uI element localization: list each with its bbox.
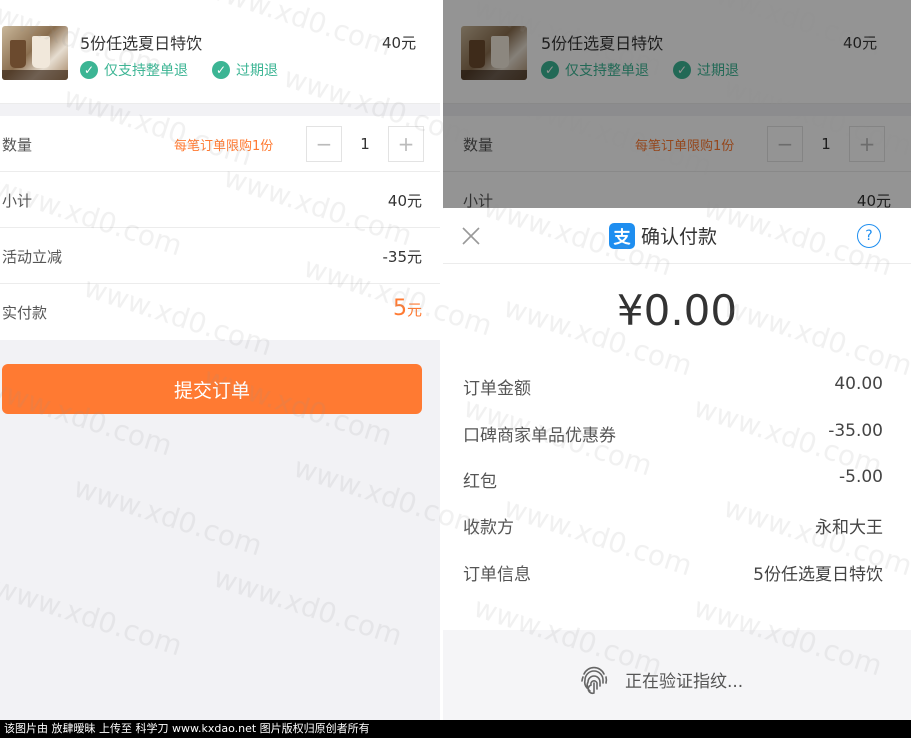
product-price: 40元	[382, 34, 417, 52]
attribution-footer: 该图片由 放肆暧昧 上传至 科学刀 www.kxdao.net 图片版权归原创者…	[0, 720, 911, 738]
payment-panel: 5份任选夏日特饮 40元 ✓ 仅支持整单退 ✓ 过期退 数量 每笔订单限购1份 …	[443, 0, 911, 720]
quantity-stepper: − 1 +	[306, 126, 424, 162]
refund-tag-expired: ✓ 过期退	[212, 60, 278, 80]
check-icon: ✓	[80, 61, 98, 79]
quantity-label: 数量	[2, 136, 33, 154]
fingerprint-icon	[581, 666, 608, 695]
refund-tag-whole-order: ✓ 仅支持整单退	[80, 60, 188, 80]
purchase-limit-note: 每笔订单限购1份	[174, 139, 274, 154]
help-icon[interactable]: ?	[857, 224, 881, 248]
check-icon: ✓	[212, 61, 230, 79]
sheet-header: 支 确认付款 ?	[443, 208, 911, 264]
order-panel: 5份任选夏日特饮 40元 ✓ 仅支持整单退 ✓ 过期退 数量 每笔订单限购1份 …	[0, 0, 440, 720]
increase-button[interactable]: +	[388, 126, 424, 162]
quantity-row: 数量 每笔订单限购1份 − 1 +	[0, 116, 440, 172]
payment-amount: ¥0.00	[616, 286, 738, 335]
close-icon[interactable]	[459, 224, 483, 248]
subtotal-value: 40元	[387, 192, 422, 210]
subtotal-label: 小计	[2, 192, 33, 210]
decrease-button[interactable]: −	[306, 126, 342, 162]
fingerprint-status: 正在验证指纹...	[577, 662, 743, 696]
discount-label: 活动立减	[2, 248, 63, 266]
payable-row: 实付款 5元	[0, 284, 440, 340]
product-thumbnail	[2, 26, 68, 80]
discount-row: 活动立减 -35元	[0, 228, 440, 284]
modal-overlay[interactable]	[443, 0, 911, 208]
quantity-value: 1	[360, 135, 370, 153]
alipay-icon: 支	[609, 222, 635, 249]
fingerprint-area: 正在验证指纹...	[443, 630, 911, 720]
discount-value: -35元	[382, 248, 423, 266]
submit-order-button[interactable]: 提交订单	[2, 364, 422, 414]
detail-row-payee: 收款方 永和大王	[463, 518, 883, 538]
detail-row-red-packet: 红包 -5.00	[463, 467, 883, 492]
payable-amount: 5元	[392, 296, 422, 321]
detail-row-order-amount: 订单金额 40.00	[463, 374, 883, 399]
product-title: 5份任选夏日特饮	[80, 34, 203, 53]
detail-row-coupon: 口碑商家单品优惠券 -35.00	[463, 421, 883, 446]
fingerprint-status-text: 正在验证指纹...	[625, 671, 744, 692]
payable-label: 实付款	[2, 304, 48, 322]
confirm-payment-sheet: 支 确认付款 ? ¥0.00 订单金额 40.00 口碑商家单品优惠券 -35.…	[443, 208, 911, 720]
product-card: 5份任选夏日特饮 40元 ✓ 仅支持整单退 ✓ 过期退	[0, 0, 440, 104]
subtotal-row: 小计 40元	[0, 172, 440, 228]
sheet-title: 确认付款	[641, 226, 718, 248]
order-form: 数量 每笔订单限购1份 − 1 + 小计 40元 活动立减 -35元 实付款 5…	[0, 116, 440, 340]
detail-row-order-info: 订单信息 5份任选夏日特饮	[463, 565, 883, 585]
sheet-title-group: 支 确认付款	[609, 222, 717, 249]
